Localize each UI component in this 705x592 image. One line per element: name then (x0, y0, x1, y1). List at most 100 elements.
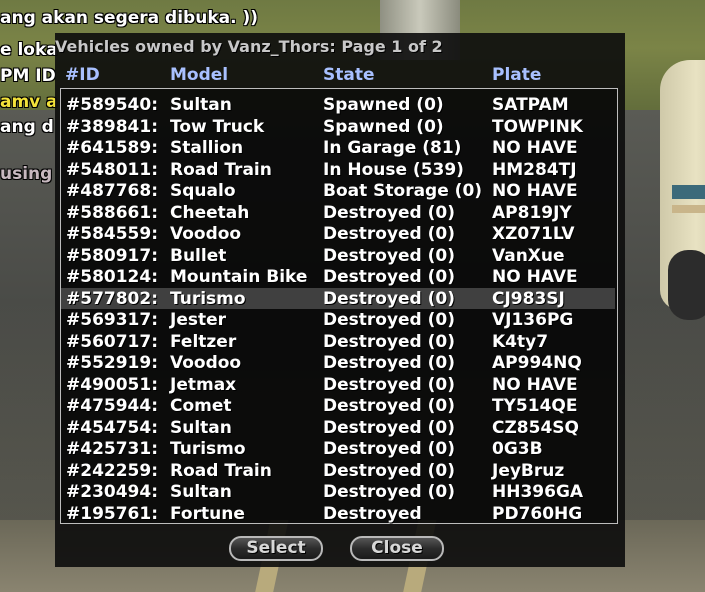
table-row[interactable]: #569317: Jester Destroyed (0) VJ136PG (61, 309, 615, 330)
vehicle-state: Destroyed (0) (323, 353, 456, 373)
table-row[interactable]: #242259: Road Train Destroyed (0) JeyBruz (61, 460, 615, 481)
vehicle-plate: NO HAVE (492, 138, 578, 158)
table-header: #ID Model State Plate (65, 65, 620, 85)
table-row[interactable]: #560717: Feltzer Destroyed (0) K4ty7 (61, 331, 615, 352)
vehicle-plate: TOWPINK (492, 116, 583, 137)
table-row[interactable]: #454754: Sultan Destroyed (0) CZ854SQ (61, 417, 615, 438)
vehicle-state: Destroyed (0) (323, 482, 456, 502)
vehicle-id: #242259: (66, 460, 159, 481)
vehicle-state: Destroyed (0) (323, 202, 456, 223)
vehicle-state: Destroyed (323, 503, 422, 524)
table-row[interactable]: #552919: Voodoo Destroyed (0) AP994NQ (61, 352, 615, 373)
vehicle-plate: AP994NQ (492, 353, 582, 373)
chat-line: PM ID (0, 66, 56, 86)
vehicle-id: #425731: (66, 439, 159, 459)
vehicle-state: Boat Storage (0) (323, 181, 483, 201)
vehicle-id: #580124: (66, 267, 159, 287)
vehicle-id: #577802: (66, 288, 159, 309)
vehicle-model: Squalo (170, 181, 236, 201)
vehicle-model: Sultan (170, 482, 232, 502)
table-row[interactable]: #195761: Fortune Destroyed PD760HG (61, 503, 615, 524)
vehicle-id: #641589: (66, 138, 159, 158)
vehicle-state: Destroyed (0) (323, 288, 456, 309)
truck-wheel (668, 250, 705, 320)
vehicle-model: Cheetah (170, 202, 250, 223)
table-row[interactable]: #425731: Turismo Destroyed (0) 0G3B (61, 438, 615, 459)
vehicle-state: Destroyed (0) (323, 396, 456, 416)
vehicle-plate: VanXue (492, 245, 565, 266)
vehicle-plate: JeyBruz (492, 460, 565, 481)
vehicle-state: Destroyed (0) (323, 439, 456, 459)
vehicle-model: Mountain Bike (170, 267, 308, 287)
vehicle-plate: CZ854SQ (492, 417, 579, 438)
vehicle-state: Spawned (0) (323, 116, 444, 137)
vehicle-id: #454754: (66, 417, 159, 438)
vehicle-id: #230494: (66, 482, 159, 502)
vehicle-model: Turismo (170, 288, 246, 309)
vehicle-model: Jetmax (170, 374, 237, 395)
vehicle-model: Voodoo (170, 224, 242, 244)
vehicle-plate: VJ136PG (492, 310, 574, 330)
table-row[interactable]: #589540: Sultan Spawned (0) SATPAM (61, 94, 615, 115)
vehicle-state: Spawned (0) (323, 95, 444, 115)
table-row[interactable]: #230494: Sultan Destroyed (0) HH396GA (61, 481, 615, 502)
vehicle-model: Bullet (170, 245, 227, 266)
vehicle-id: #548011: (66, 159, 159, 180)
truck-stripe (672, 185, 705, 199)
vehicle-model: Sultan (170, 95, 232, 115)
vehicle-id: #560717: (66, 331, 159, 352)
vehicle-id: #487768: (66, 181, 159, 201)
table-row[interactable]: #487768: Squalo Boat Storage (0) NO HAVE (61, 180, 615, 201)
vehicle-id: #195761: (66, 503, 159, 524)
chat-line: amv a (0, 92, 58, 112)
vehicle-state: In House (539) (323, 159, 464, 180)
vehicle-id: #589540: (66, 95, 159, 115)
select-button[interactable]: Select (229, 536, 323, 561)
vehicle-id: #475944: (66, 396, 159, 416)
chat-line: ang akan segera dibuka. )) (0, 8, 259, 28)
vehicle-plate: TY514QE (492, 396, 578, 416)
table-row[interactable]: #641589: Stallion In Garage (81) NO HAVE (61, 137, 615, 158)
column-header-state: State (323, 65, 375, 85)
table-row[interactable]: #580124: Mountain Bike Destroyed (0) NO HAV… (61, 266, 615, 287)
vehicle-model: Fortune (170, 503, 245, 524)
vehicle-model: Road Train (170, 460, 272, 481)
vehicle-plate: PD760HG (492, 503, 583, 524)
vehicle-plate: AP819JY (492, 202, 572, 223)
vehicle-model: Tow Truck (170, 116, 265, 137)
vehicle-plate: NO HAVE (492, 181, 578, 201)
vehicle-state: In Garage (81) (323, 138, 462, 158)
vehicle-id: #588661: (66, 202, 159, 223)
column-header-model: Model (170, 65, 229, 85)
vehicle-model: Comet (170, 396, 232, 416)
table-row[interactable]: #389841: Tow Truck Spawned (0) TOWPINK (61, 116, 615, 137)
table-row[interactable]: #475944: Comet Destroyed (0) TY514QE (61, 395, 615, 416)
vehicle-id: #569317: (66, 310, 159, 330)
vehicle-model: Jester (170, 310, 227, 330)
table-row[interactable]: #588661: Cheetah Destroyed (0) AP819JY (61, 202, 615, 223)
table-row[interactable]: #577802: Turismo Destroyed (0) CJ983SJ (61, 287, 615, 309)
vehicle-plate: NO HAVE (492, 267, 578, 287)
vehicle-id: #389841: (66, 116, 159, 137)
table-row[interactable]: #584559: Voodoo Destroyed (0) XZ071LV (61, 223, 615, 244)
vehicle-state: Destroyed (0) (323, 374, 456, 395)
vehicle-id: #490051: (66, 374, 159, 395)
table-row[interactable]: #548011: Road Train In House (539) HM284TJ (61, 159, 615, 180)
vehicle-model: Road Train (170, 159, 272, 180)
vehicle-id: #552919: (66, 353, 159, 373)
vehicle-state: Destroyed (0) (323, 267, 456, 287)
chat-line: ang d (0, 117, 54, 137)
vehicle-state: Destroyed (0) (323, 417, 456, 438)
vehicle-plate: XZ071LV (492, 224, 575, 244)
table-row[interactable]: #580917: Bullet Destroyed (0) VanXue (61, 245, 615, 266)
vehicle-plate: NO HAVE (492, 374, 578, 395)
column-header-id: #ID (65, 65, 100, 85)
vehicle-plate: K4ty7 (492, 331, 549, 352)
vehicle-plate: SATPAM (492, 95, 569, 115)
close-button[interactable]: Close (350, 536, 444, 561)
vehicle-id: #584559: (66, 224, 159, 244)
vehicle-state: Destroyed (0) (323, 310, 456, 330)
vehicle-id: #580917: (66, 245, 159, 266)
table-row[interactable]: #490051: Jetmax Destroyed (0) NO HAVE (61, 374, 615, 395)
vehicle-model: Turismo (170, 439, 246, 459)
